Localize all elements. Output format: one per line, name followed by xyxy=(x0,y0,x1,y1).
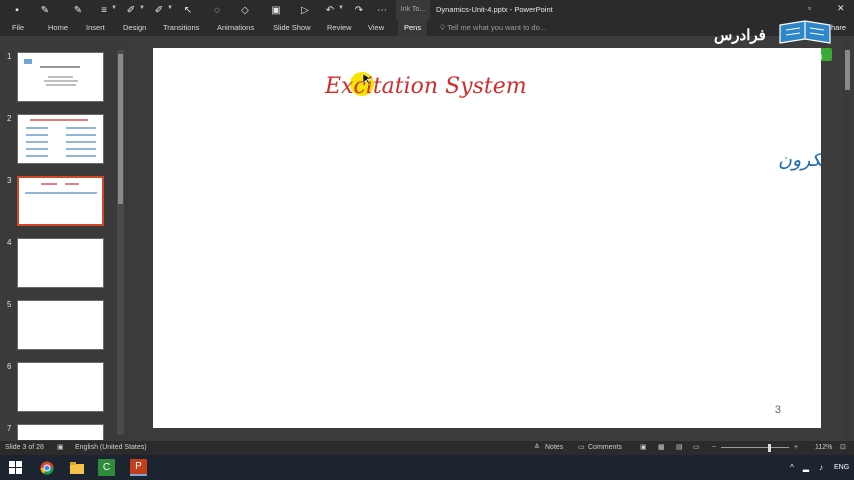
save-icon[interactable]: ▪ xyxy=(10,3,24,17)
normal-view-icon[interactable]: ▣ xyxy=(640,441,647,455)
close-icon[interactable]: ✕ xyxy=(837,3,845,14)
zoom-slider-thumb[interactable] xyxy=(768,444,771,452)
slide-thumbnail-3[interactable] xyxy=(17,176,104,226)
zoom-in-icon[interactable]: + xyxy=(794,441,798,455)
thumb-number: 1 xyxy=(7,52,12,61)
windows-start-icon[interactable] xyxy=(7,459,24,476)
thumb-preview xyxy=(24,59,80,86)
spellcheck-icon[interactable]: ▣ xyxy=(57,441,64,455)
reading-view-icon[interactable]: ▤ xyxy=(676,441,683,455)
slideshow-view-icon[interactable]: ▭ xyxy=(693,441,700,455)
tab-pens[interactable]: Pens xyxy=(398,20,428,36)
eraser-icon[interactable]: ✐ xyxy=(152,3,166,17)
volume-icon[interactable]: ♪ xyxy=(815,459,827,476)
file-explorer-icon[interactable] xyxy=(68,459,85,476)
tell-me-text: Tell me what you want to do... xyxy=(447,23,547,32)
book-icon xyxy=(779,20,831,44)
slide-heading: Excitation System xyxy=(324,74,527,99)
chevron-down-icon[interactable]: ▼ xyxy=(338,5,344,11)
slide-number: 3 xyxy=(774,404,781,416)
slide-thumbnail-5[interactable] xyxy=(17,300,104,350)
slide-sorter-icon[interactable]: ▦ xyxy=(658,441,665,455)
lasso-icon[interactable]: ◌ xyxy=(210,3,224,17)
slide-canvas[interactable]: Excitation System وظیفه اصلی تحریک ⟵ تأم… xyxy=(153,48,854,428)
pen-icon[interactable]: ✎ xyxy=(38,3,52,17)
chevron-down-icon[interactable]: ▼ xyxy=(167,5,173,11)
thumb-number: 3 xyxy=(7,176,12,185)
slide-ink: Excitation System وظیفه اصلی تحریک ⟵ تأم… xyxy=(324,72,854,171)
restore-icon[interactable]: ▫ xyxy=(808,3,811,13)
notes-button[interactable]: Notes xyxy=(545,441,563,455)
tab-transitions[interactable]: Transitions xyxy=(163,20,199,36)
replay-icon[interactable]: ▷ xyxy=(298,3,312,17)
comments-icon[interactable]: ▭ xyxy=(578,441,585,455)
undo-icon[interactable]: ↶ xyxy=(323,3,337,17)
tray-chevron-icon[interactable]: ^ xyxy=(786,459,798,476)
chevron-down-icon[interactable]: ▼ xyxy=(139,5,145,11)
slide-counter: Slide 3 of 28 xyxy=(5,444,44,451)
tab-file[interactable]: File xyxy=(12,20,24,36)
customize-qat-icon[interactable]: ⋯ xyxy=(375,3,389,17)
tab-insert[interactable]: Insert xyxy=(86,20,105,36)
slide-scrollbar[interactable] xyxy=(843,40,852,440)
thumb-number: 2 xyxy=(7,114,12,123)
chrome-icon[interactable] xyxy=(38,459,55,476)
tab-slide-show[interactable]: Slide Show xyxy=(273,20,311,36)
slide-thumbnail-2[interactable] xyxy=(17,114,104,164)
logo-text: فرادرس xyxy=(714,27,766,44)
thumb-number: 7 xyxy=(7,424,12,433)
comments-button[interactable]: Comments xyxy=(588,441,622,455)
network-icon[interactable]: ▂ xyxy=(800,459,812,476)
slide-body-line: وظیفه اصلی تحریک ⟵ تأمین جریان مستقیم سی… xyxy=(778,146,821,171)
zoom-out-icon[interactable]: − xyxy=(712,441,716,455)
chevron-down-icon[interactable]: ▼ xyxy=(111,5,117,11)
ink-to-shape-icon[interactable]: ◇ xyxy=(238,3,252,17)
tell-me-search[interactable]: 💡︎ Tell me what you want to do... xyxy=(440,20,546,36)
thumbnail-scrollbar-thumb[interactable] xyxy=(118,54,123,204)
thumb-preview xyxy=(26,119,96,157)
tab-review[interactable]: Review xyxy=(327,20,352,36)
ink-to-math-icon[interactable]: ▣ xyxy=(269,3,283,17)
input-language[interactable]: ENG xyxy=(834,455,849,480)
slide-thumbnail-1[interactable] xyxy=(17,52,104,102)
select-icon[interactable]: ↖ xyxy=(181,3,195,17)
thumb-number: 4 xyxy=(7,238,12,247)
highlighter-icon[interactable]: ✐ xyxy=(124,3,138,17)
tab-animations[interactable]: Animations xyxy=(217,20,254,36)
slide-thumbnail-7[interactable] xyxy=(17,424,104,440)
thumb-number: 5 xyxy=(7,300,12,309)
taskbar: C P ^ ▂ ♪ ENG xyxy=(0,455,854,480)
status-bar: Slide 3 of 28 ▣ English (United States) … xyxy=(0,441,854,455)
slide-thumbnail-6[interactable] xyxy=(17,362,104,412)
window-title: Dynamics-Unit-4.pptx - PowerPoint xyxy=(436,5,553,14)
zoom-level[interactable]: 112% xyxy=(815,441,832,455)
tab-home[interactable]: Home xyxy=(48,20,68,36)
thumb-preview xyxy=(25,183,97,194)
tab-view[interactable]: View xyxy=(368,20,384,36)
fit-slide-icon[interactable]: ⊡ xyxy=(840,441,846,455)
ink-tools-label: Ink To... xyxy=(396,0,430,20)
notes-icon[interactable]: ≙ xyxy=(534,441,540,455)
slide-scrollbar-thumb[interactable] xyxy=(845,50,850,90)
thickness-icon[interactable]: ≡ xyxy=(97,3,111,17)
thumb-number: 6 xyxy=(7,362,12,371)
title-bar: ▪ ✎ ✎ ≡ ▼ ✐ ▼ ✐ ▼ ↖ ◌ ◇ ▣ ▷ ↶ ▼ ↷ ⋯ Ink … xyxy=(0,0,854,20)
tab-design[interactable]: Design xyxy=(123,20,146,36)
language-indicator[interactable]: English (United States) xyxy=(75,441,147,455)
camtasia-icon[interactable]: C xyxy=(98,459,115,476)
slide-thumbnail-pane: 1 2 3 4 5 6 7 xyxy=(0,40,130,440)
redo-icon[interactable]: ↷ xyxy=(352,3,366,17)
zoom-slider[interactable] xyxy=(721,447,789,448)
powerpoint-icon[interactable]: P xyxy=(130,459,147,476)
slide-thumbnail-4[interactable] xyxy=(17,238,104,288)
pen-color-icon[interactable]: ✎ xyxy=(71,3,85,17)
